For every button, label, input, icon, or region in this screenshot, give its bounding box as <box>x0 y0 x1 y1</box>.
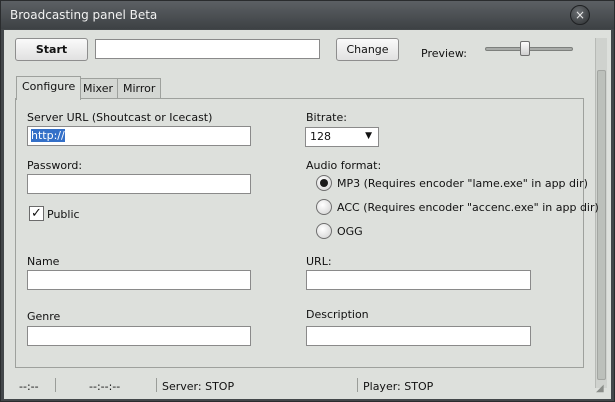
server-url-label: Server URL (Shoutcast or Icecast) <box>27 111 213 124</box>
player-status: Player: STOP <box>363 380 434 393</box>
status-divider <box>156 378 157 392</box>
resize-grip-icon[interactable]: ◢ <box>596 383 604 394</box>
bitrate-select[interactable]: 128 ▼ <box>305 127 379 147</box>
preview-slider-thumb[interactable] <box>520 41 531 56</box>
password-input[interactable] <box>27 174 251 194</box>
genre-input[interactable] <box>27 326 251 346</box>
tab-configure[interactable]: Configure <box>16 76 82 100</box>
name-label: Name <box>27 255 60 268</box>
tab-mixer[interactable]: Mixer <box>77 78 120 99</box>
status-divider <box>357 378 358 392</box>
audio-format-label: Audio format: <box>306 159 382 172</box>
acc-radio-label: ACC (Requires encoder "accenc.exe" in ap… <box>337 201 599 214</box>
ogg-radio[interactable] <box>316 223 332 239</box>
ogg-radio-label: OGG <box>337 225 363 238</box>
acc-radio[interactable] <box>316 199 332 215</box>
preview-label: Preview: <box>421 47 467 60</box>
public-label: Public <box>47 208 80 221</box>
close-button[interactable]: × <box>570 5 590 25</box>
status-bar: --:-- --:--:-- Server: STOP Player: STOP <box>7 377 597 395</box>
status-time-short: --:-- <box>19 380 39 393</box>
public-checkbox[interactable]: ✓ <box>29 206 44 221</box>
url-label: URL: <box>306 255 332 268</box>
description-input[interactable] <box>306 326 531 346</box>
tab-mirror[interactable]: Mirror <box>117 78 162 99</box>
client-area: Start Change Preview: Configure Mixer Mi… <box>4 30 611 399</box>
url-input[interactable] <box>306 270 531 290</box>
mp3-radio-label: MP3 (Requires encoder "lame.exe" in app … <box>337 177 588 190</box>
genre-label: Genre <box>27 310 61 323</box>
server-status: Server: STOP <box>162 380 235 393</box>
stream-name-input[interactable] <box>95 39 320 59</box>
window-title: Broadcasting panel Beta <box>10 8 158 22</box>
start-button[interactable]: Start <box>15 38 88 61</box>
status-time-long: --:--:-- <box>89 380 121 393</box>
server-url-value: http:// <box>31 129 65 142</box>
password-label: Password: <box>27 159 83 172</box>
server-url-input[interactable]: http:// <box>27 126 251 146</box>
status-divider <box>55 378 56 392</box>
chevron-down-icon: ▼ <box>365 131 372 141</box>
vertical-scrollbar-thumb[interactable] <box>597 70 606 380</box>
description-label: Description <box>306 308 369 321</box>
bitrate-label: Bitrate: <box>306 111 347 124</box>
change-button[interactable]: Change <box>336 38 399 61</box>
name-input[interactable] <box>27 270 251 290</box>
bitrate-value: 128 <box>310 130 331 143</box>
title-bar[interactable]: Broadcasting panel Beta × <box>1 1 614 29</box>
mp3-radio[interactable] <box>316 175 332 191</box>
broadcasting-window: Broadcasting panel Beta × Start Change P… <box>0 0 615 402</box>
